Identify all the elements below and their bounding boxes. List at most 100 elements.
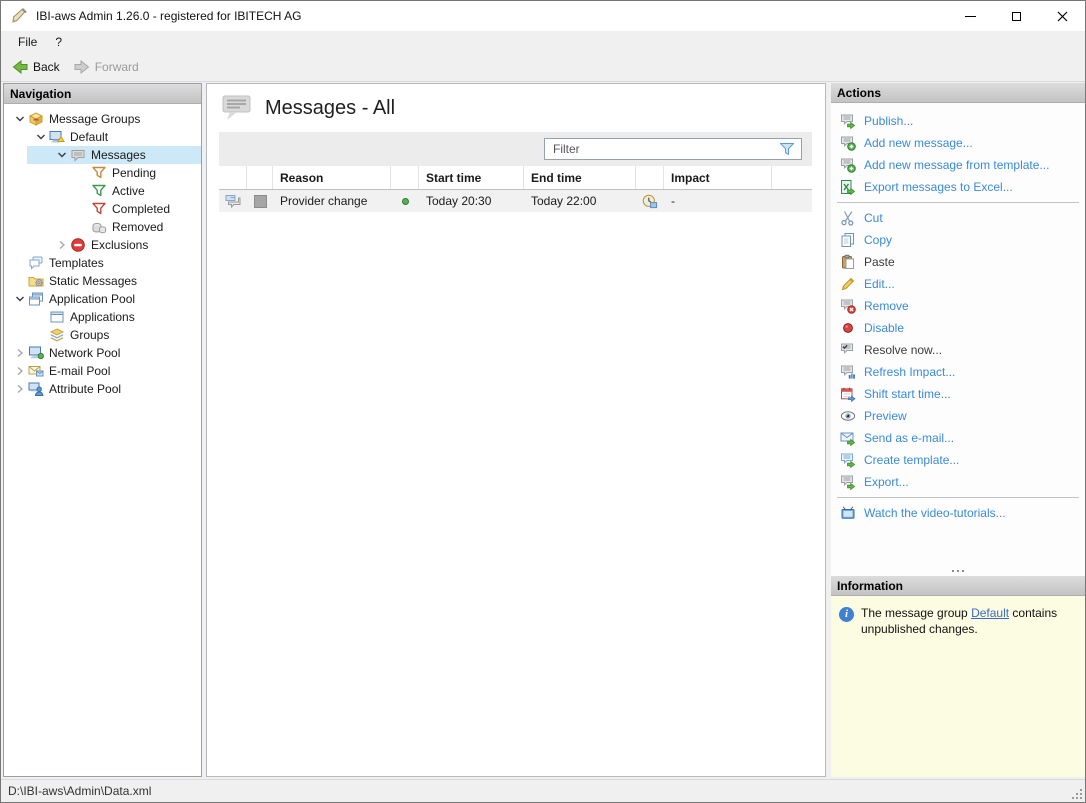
forward-arrow-icon <box>74 60 90 74</box>
table-row[interactable]: Provider change Today 20:30 Today 22:00 … <box>219 190 812 212</box>
actions-header: Actions <box>831 83 1085 103</box>
title-bar[interactable]: IBI-aws Admin 1.26.0 - registered for IB… <box>1 1 1085 31</box>
chevron-down-icon[interactable] <box>12 291 28 307</box>
menu-bar: File ? <box>1 31 1085 53</box>
chevron-right-icon[interactable] <box>12 345 28 361</box>
filter-box <box>544 138 802 160</box>
nav-item-completed[interactable]: Completed <box>4 200 201 218</box>
close-icon <box>1057 11 1068 22</box>
header-impact[interactable]: Impact <box>664 166 772 189</box>
chevron-down-icon[interactable] <box>33 129 49 145</box>
cell-reason: Provider change <box>273 190 391 212</box>
applications-icon <box>49 309 65 325</box>
action-cut[interactable]: Cut <box>831 207 1085 229</box>
action-shift-start-time[interactable]: Shift start time... <box>831 383 1085 405</box>
nav-item-applications[interactable]: Applications <box>4 308 201 326</box>
nav-item-templates[interactable]: Templates <box>4 254 201 272</box>
back-arrow-icon <box>12 60 28 74</box>
menu-file[interactable]: File <box>9 33 46 51</box>
funnel-orange-icon <box>91 165 107 181</box>
chevron-right-icon[interactable] <box>12 363 28 379</box>
nav-item-email-pool[interactable]: E-mail Pool <box>4 362 201 380</box>
header-end-time[interactable]: End time <box>524 166 636 189</box>
action-resolve-now[interactable]: Resolve now... <box>831 339 1085 361</box>
preview-eye-icon <box>840 408 856 424</box>
message-row-icon <box>225 194 241 209</box>
video-tutorials-icon <box>840 505 856 521</box>
action-refresh-impact[interactable]: Refresh Impact... <box>831 361 1085 383</box>
attribute-pool-icon <box>28 381 44 397</box>
information-header: Information <box>831 576 1085 596</box>
header-reason[interactable]: Reason <box>273 166 391 189</box>
action-disable[interactable]: Disable <box>831 317 1085 339</box>
forward-button[interactable]: Forward <box>67 58 146 76</box>
cell-end-time: Today 22:00 <box>524 190 636 212</box>
nav-item-application-pool[interactable]: Application Pool <box>4 290 201 308</box>
chevron-spacer <box>12 273 28 289</box>
nav-item-static-messages[interactable]: Static Messages <box>4 272 201 290</box>
network-pool-icon <box>28 345 44 361</box>
navigation-panel: Navigation Message Groups Default Messag… <box>3 83 202 777</box>
back-button[interactable]: Back <box>5 58 67 76</box>
paste-icon <box>840 254 856 270</box>
chevron-down-icon[interactable] <box>12 111 28 127</box>
action-add-message-from-template[interactable]: Add new message from template... <box>831 154 1085 176</box>
header-status-column[interactable] <box>391 166 419 189</box>
refresh-impact-icon <box>840 364 856 380</box>
header-type-column[interactable] <box>219 166 247 189</box>
resize-grip[interactable] <box>1072 789 1082 799</box>
action-send-as-email[interactable]: Send as e-mail... <box>831 427 1085 449</box>
group-default-icon <box>49 129 65 145</box>
nav-item-removed[interactable]: Removed <box>4 218 201 236</box>
exclusions-icon <box>70 237 86 253</box>
filter-funnel-icon[interactable] <box>779 142 795 156</box>
filter-bar <box>219 132 812 166</box>
filter-input[interactable] <box>545 142 779 156</box>
nav-item-network-pool[interactable]: Network Pool <box>4 344 201 362</box>
action-remove[interactable]: Remove <box>831 295 1085 317</box>
chevron-right-icon[interactable] <box>12 381 28 397</box>
nav-item-exclusions[interactable]: Exclusions <box>4 236 201 254</box>
close-button[interactable] <box>1039 1 1085 31</box>
action-preview[interactable]: Preview <box>831 405 1085 427</box>
nav-item-attribute-pool[interactable]: Attribute Pool <box>4 380 201 398</box>
chevron-right-icon[interactable] <box>54 237 70 253</box>
action-watch-video-tutorials[interactable]: Watch the video-tutorials... <box>831 502 1085 524</box>
panel-splitter[interactable] <box>831 566 1085 576</box>
nav-item-active[interactable]: Active <box>4 182 201 200</box>
nav-item-default[interactable]: Default <box>4 128 201 146</box>
nav-item-message-groups[interactable]: Message Groups <box>4 110 201 128</box>
content-region: Navigation Message Groups Default Messag… <box>1 82 1085 779</box>
chevron-spacer <box>75 183 91 199</box>
action-add-new-message[interactable]: Add new message... <box>831 132 1085 154</box>
chevron-down-icon[interactable] <box>54 147 70 163</box>
disable-icon <box>840 320 856 336</box>
action-paste[interactable]: Paste <box>831 251 1085 273</box>
header-start-time[interactable]: Start time <box>419 166 524 189</box>
header-state-column[interactable] <box>247 166 273 189</box>
action-export-messages-to-excel[interactable]: Export messages to Excel... <box>831 176 1085 198</box>
funnel-green-icon <box>91 183 107 199</box>
actions-separator <box>837 497 1079 498</box>
default-group-link[interactable]: Default <box>971 606 1009 620</box>
state-square-icon <box>254 195 267 208</box>
message-groups-icon <box>28 111 44 127</box>
nav-item-pending[interactable]: Pending <box>4 164 201 182</box>
data-file-path: D:\IBI-aws\Admin\Data.xml <box>8 784 151 798</box>
toolbar: Back Forward <box>1 53 1085 82</box>
page-title: Messages - All <box>265 97 395 120</box>
nav-item-messages[interactable]: Messages <box>4 146 201 164</box>
nav-item-groups[interactable]: Groups <box>4 326 201 344</box>
action-copy[interactable]: Copy <box>831 229 1085 251</box>
action-export[interactable]: Export... <box>831 471 1085 493</box>
cell-start-time: Today 20:30 <box>419 190 524 212</box>
action-edit[interactable]: Edit... <box>831 273 1085 295</box>
minimize-button[interactable] <box>947 1 993 31</box>
export-icon <box>840 474 856 490</box>
menu-help[interactable]: ? <box>46 33 71 51</box>
information-panel: i The message group Default contains unp… <box>831 596 1085 777</box>
action-publish[interactable]: Publish... <box>831 110 1085 132</box>
maximize-button[interactable] <box>993 1 1039 31</box>
header-impact-icon-column[interactable] <box>636 166 664 189</box>
action-create-template[interactable]: Create template... <box>831 449 1085 471</box>
